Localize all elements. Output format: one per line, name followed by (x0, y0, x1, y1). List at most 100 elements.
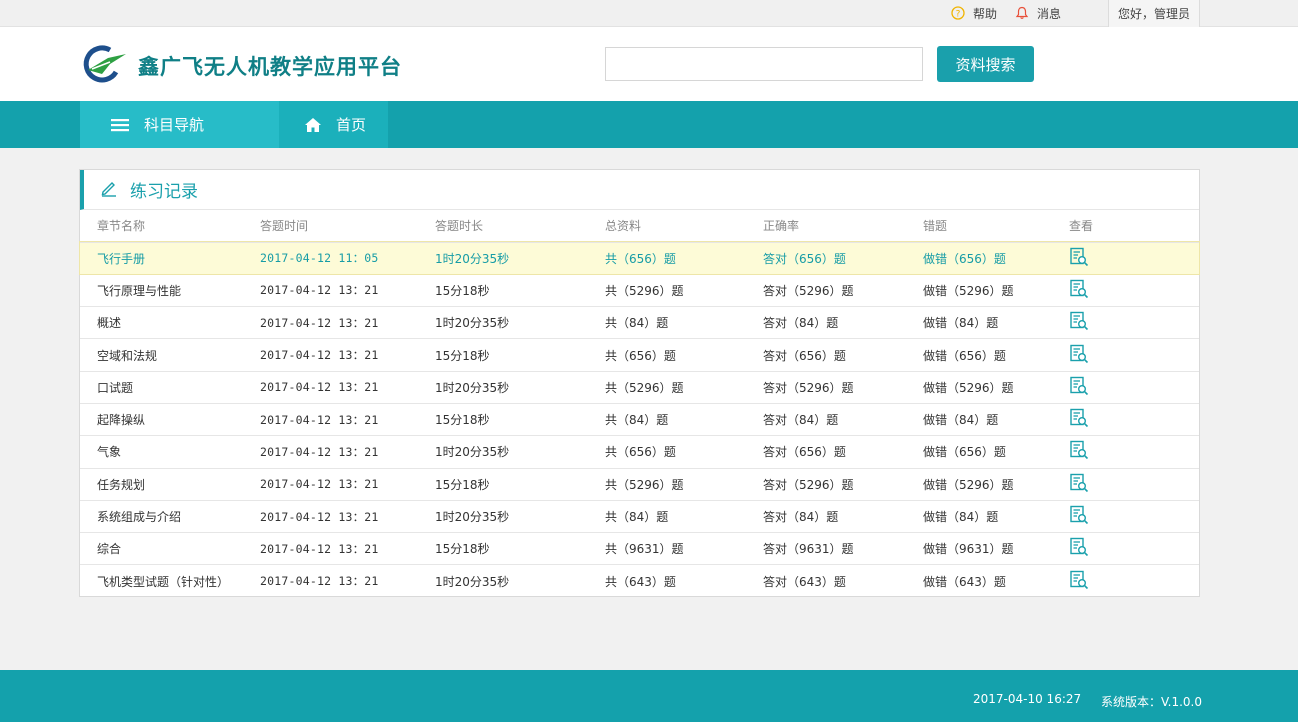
help-icon: ? (951, 6, 965, 20)
messages-link[interactable]: 消息 (1015, 0, 1061, 26)
row-chapter-name: 概述 (80, 306, 260, 340)
row-total: 共（9631）题 (605, 532, 763, 566)
view-record-icon[interactable] (1069, 505, 1089, 525)
row-total: 共（5296）题 (605, 468, 763, 501)
row-duration: 1时20分35秒 (435, 371, 605, 404)
row-total: 共（84）题 (605, 403, 763, 437)
row-correct: 答对（656）题 (763, 338, 923, 372)
row-chapter-name: 飞行原理与性能 (80, 274, 260, 308)
footer-date: 2017-04-10 16:27 (973, 692, 1082, 706)
nav-subjects-label: 科目导航 (144, 116, 205, 134)
view-record-icon[interactable] (1069, 279, 1089, 299)
practice-record-panel: 练习记录 章节名称 答题时间 答题时长 总资料 正确率 错题 查看 飞行手册 20… (79, 169, 1200, 597)
nav-home-label: 首页 (336, 116, 367, 134)
panel-title: 练习记录 (130, 182, 198, 202)
practice-record-table: 章节名称 答题时间 答题时长 总资料 正确率 错题 查看 飞行手册 2017-04… (79, 210, 1200, 597)
search-button[interactable]: 资料搜索 (937, 46, 1034, 82)
col-time: 答题时间 (260, 210, 435, 243)
view-record-icon[interactable] (1069, 344, 1089, 364)
col-wrong: 错题 (923, 210, 1069, 243)
view-record-icon[interactable] (1069, 440, 1089, 460)
row-wrong: 做错（9631）题 (923, 532, 1069, 566)
view-record-icon[interactable] (1069, 473, 1089, 493)
view-record-icon[interactable] (1069, 570, 1089, 590)
row-duration: 1时20分35秒 (435, 306, 605, 340)
row-duration: 15分18秒 (435, 532, 605, 566)
row-wrong: 做错（84）题 (923, 306, 1069, 340)
row-wrong: 做错（656）题 (923, 338, 1069, 372)
row-chapter-name: 起降操纵 (80, 403, 260, 437)
table-row[interactable]: 任务规划 2017-04-12 13：21 15分18秒 共（5296）题 答对（529… (80, 468, 1199, 501)
help-label: 帮助 (973, 6, 998, 21)
nav-subjects[interactable]: 科目导航 (80, 101, 279, 148)
row-chapter-name: 口试题 (80, 371, 260, 404)
row-total: 共（643）题 (605, 574, 676, 589)
table-row[interactable]: 口试题 2017-04-12 13：21 1时20分35秒 共（5296）题 答对（52… (80, 371, 1199, 404)
row-total: 共（656）题 (605, 242, 763, 275)
row-wrong: 做错（5296）题 (923, 468, 1069, 501)
edit-icon (100, 179, 118, 200)
row-correct: 答对（9631）题 (763, 532, 923, 566)
table-row[interactable]: 系统组成与介绍 2017-04-12 13：21 1时20分35秒 共（84）题 答对（… (80, 500, 1199, 534)
row-answer-time: 2017-04-12 13：21 (260, 403, 435, 437)
search-input[interactable] (605, 47, 923, 81)
row-duration: 1时20分35秒 (435, 500, 605, 534)
row-correct: 答对（5296）题 (763, 468, 923, 501)
user-greeting[interactable]: 您好，管理员 (1108, 0, 1200, 27)
row-answer-time: 2017-04-12 13：21 (260, 468, 435, 501)
row-total: 共（656）题 (605, 435, 763, 469)
row-duration: 15分18秒 (435, 468, 605, 501)
row-total: 共（84）题 (605, 500, 763, 534)
row-total: 共（656）题 (605, 338, 763, 372)
row-correct: 答对（84）题 (763, 500, 923, 534)
col-view: 查看 (1069, 210, 1199, 243)
col-total: 总资料 (605, 210, 763, 243)
col-accuracy: 正确率 (763, 210, 923, 243)
row-duration: 15分18秒 (435, 338, 605, 372)
row-correct: 答对（5296）题 (763, 371, 923, 404)
view-record-icon[interactable] (1069, 311, 1089, 331)
table-row[interactable]: 飞机类型试题（针对性） 2017-04-12 13：21 1时20分35秒 共（643… (80, 565, 1199, 597)
table-row[interactable]: 飞行手册 2017-04-12 11：05 1时20分35秒 共（656）题 答对（65… (79, 240, 1200, 276)
row-wrong: 做错（84）题 (923, 403, 1069, 437)
view-record-icon[interactable] (1069, 376, 1089, 396)
view-record-icon[interactable] (1069, 408, 1089, 428)
row-answer-time: 2017-04-12 13：21 (260, 500, 435, 534)
footer-version: 系统版本：V.1.0.0 (1101, 695, 1203, 709)
table-row[interactable]: 空域和法规 2017-04-12 13：21 15分18秒 共（656）题 答对（656… (80, 338, 1199, 372)
row-answer-time: 2017-04-12 13：21 (260, 574, 379, 589)
row-wrong: 做错（5296）题 (923, 371, 1069, 404)
row-answer-time: 2017-04-12 13：21 (260, 274, 435, 308)
view-record-icon[interactable] (1069, 247, 1089, 267)
row-chapter-name: 飞行手册 (80, 242, 260, 275)
col-chapter: 章节名称 (80, 210, 260, 243)
row-chapter-name: 飞机类型试题（针对性） (97, 574, 230, 589)
menu-icon (110, 117, 130, 133)
view-record-icon[interactable] (1069, 537, 1089, 557)
row-duration: 1时20分35秒 (435, 242, 605, 275)
logo-title: 鑫广飞无人机教学应用平台 (138, 54, 402, 79)
row-answer-time: 2017-04-12 11：05 (260, 242, 435, 275)
row-correct: 答对（643）题 (763, 574, 846, 589)
table-row[interactable]: 飞行原理与性能 2017-04-12 13：21 15分18秒 共（5296）题 答对（… (80, 274, 1199, 308)
row-chapter-name: 系统组成与介绍 (80, 500, 260, 534)
row-total: 共（84）题 (605, 306, 763, 340)
nav-home[interactable]: 首页 (279, 101, 388, 148)
home-icon (304, 117, 322, 133)
logo[interactable]: 鑫广飞无人机教学应用平台 (80, 44, 402, 87)
col-duration: 答题时长 (435, 210, 605, 243)
table-row[interactable]: 综合 2017-04-12 13：21 15分18秒 共（9631）题 答对（9631）… (80, 532, 1199, 566)
help-link[interactable]: ? 帮助 (951, 0, 997, 26)
top-utility-bar: ? 帮助 消息 您好，管理员 (0, 0, 1298, 27)
table-row[interactable]: 起降操纵 2017-04-12 13：21 15分18秒 共（84）题 答对（84）题做… (80, 403, 1199, 437)
header: 鑫广飞无人机教学应用平台 资料搜索 (0, 27, 1298, 101)
messages-label: 消息 (1037, 6, 1062, 21)
svg-text:?: ? (956, 10, 961, 20)
row-wrong: 做错（643）题 (923, 574, 1006, 589)
table-header-row: 章节名称 答题时间 答题时长 总资料 正确率 错题 查看 (80, 210, 1199, 243)
table-row[interactable]: 概述 2017-04-12 13：21 1时20分35秒 共（84）题 答对（84）题做… (80, 306, 1199, 340)
logo-icon (80, 44, 128, 87)
row-total: 共（5296）题 (605, 274, 763, 308)
row-wrong: 做错（84）题 (923, 500, 1069, 534)
table-row[interactable]: 气象 2017-04-12 13：21 1时20分35秒 共（656）题 答对（656）… (80, 435, 1199, 469)
